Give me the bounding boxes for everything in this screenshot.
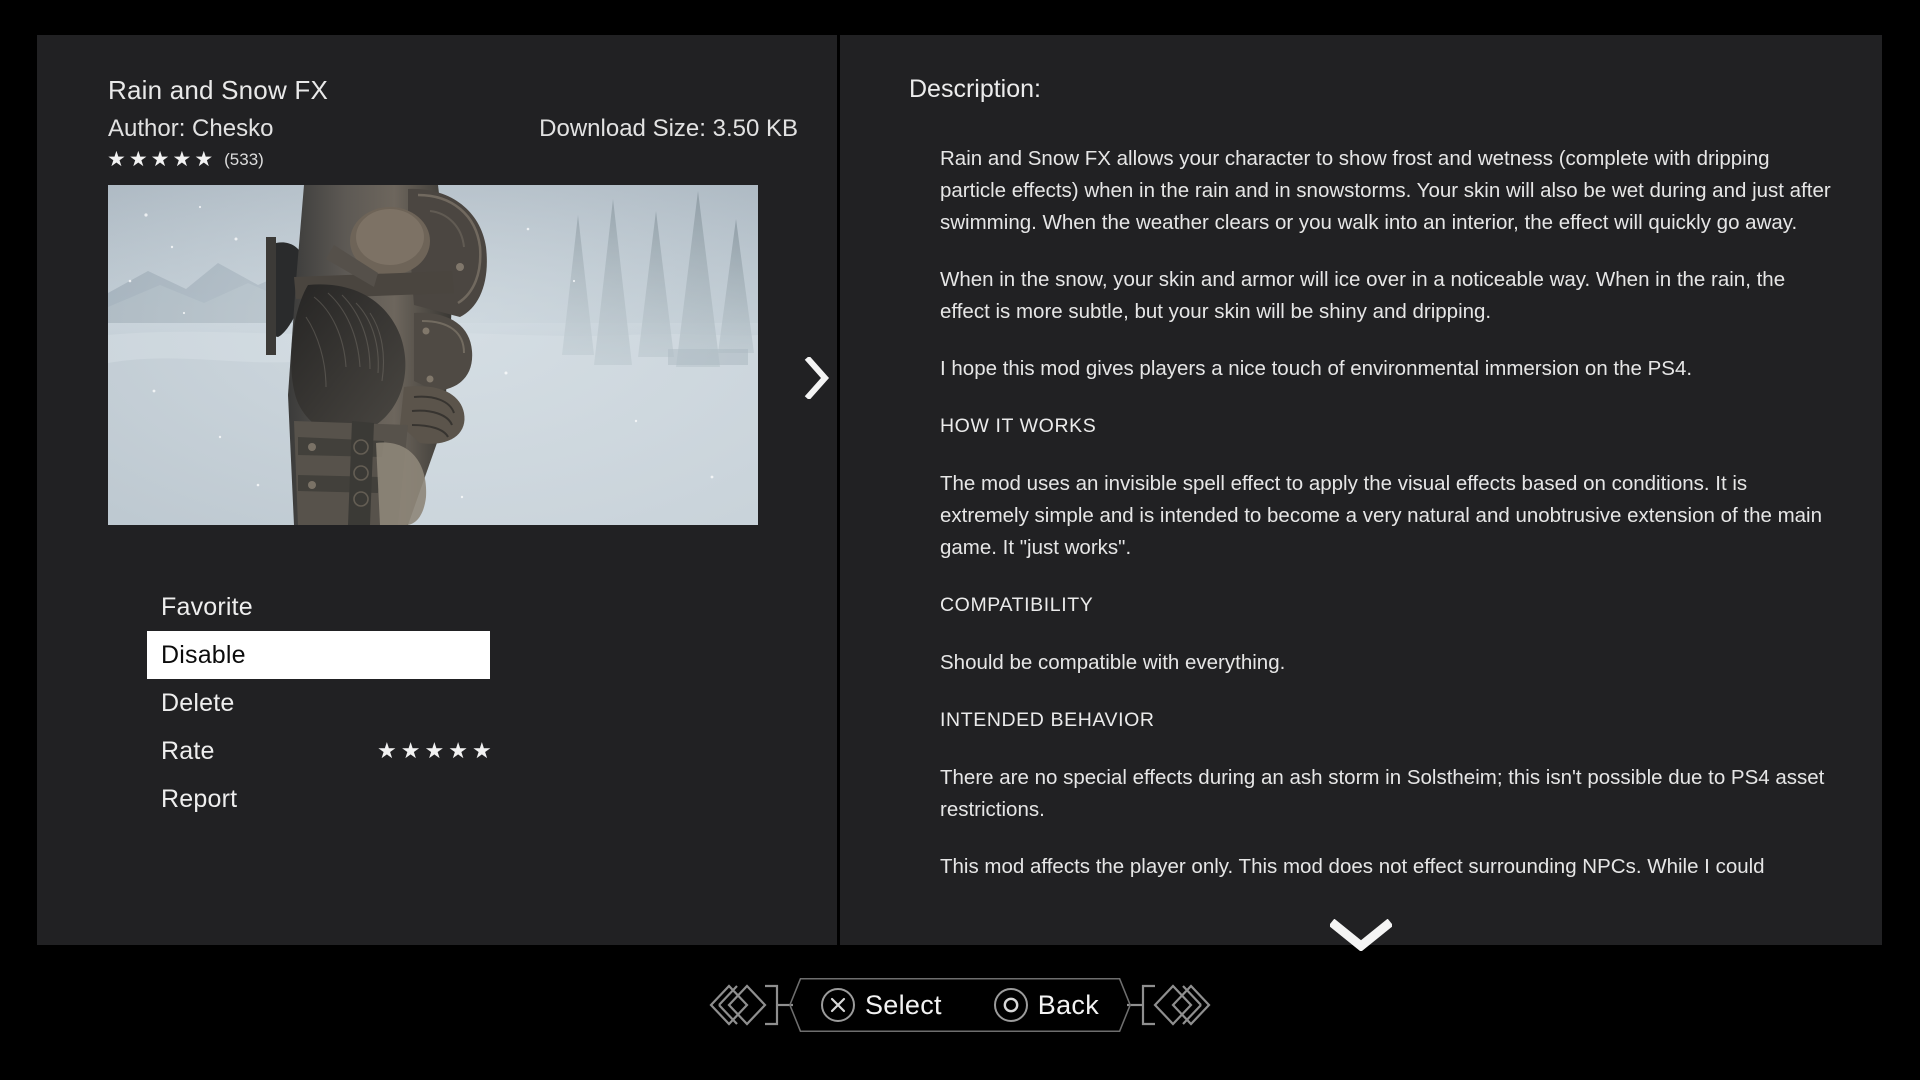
right-knot-decoration [1127, 984, 1211, 1026]
description-heading: Description: [909, 75, 1041, 103]
hint-select-label: Select [864, 989, 942, 1020]
next-screenshot-button[interactable] [797, 353, 837, 403]
star-icon: ★ [194, 148, 214, 171]
option-label: Delete [161, 688, 235, 717]
star-icon: ★ [448, 738, 468, 763]
description-section-heading: COMPATIBILITY [940, 594, 1094, 616]
description-paragraph: I hope this mod gives players a nice tou… [940, 357, 1693, 380]
hint-select[interactable]: Select [795, 988, 968, 1022]
button-hint-bar-inner: Select Back [709, 974, 1211, 1036]
option-rate[interactable]: Rate ★ ★ ★ ★ ★ [147, 727, 492, 775]
mod-author: Author: Chesko [108, 115, 274, 142]
mod-options-list: Favorite Disable Delete Rate ★ ★ ★ ★ ★ Report [147, 583, 647, 823]
star-icon: ★ [471, 738, 492, 763]
description-text[interactable]: Rain and Snow FX allows your character t… [940, 143, 1835, 888]
star-icon: ★ [400, 738, 421, 763]
screenshot-image [108, 185, 758, 525]
rating-count: (533) [224, 149, 264, 169]
circle-button-icon [993, 988, 1028, 1022]
mod-title: Rain and Snow FX [108, 75, 328, 105]
option-report[interactable]: Report [147, 775, 490, 823]
left-knot-decoration [709, 984, 793, 1026]
star-icon: ★ [107, 148, 126, 171]
mod-detail-screen: Rain and Snow FX Author: Chesko Download… [0, 0, 1920, 1080]
mod-screenshot[interactable] [108, 185, 758, 525]
option-label: Favorite [161, 592, 253, 621]
scroll-down-button[interactable] [1326, 915, 1396, 955]
option-label: Rate [161, 736, 215, 765]
option-label: Disable [161, 640, 246, 669]
description-paragraph: When in the snow, your skin and armor wi… [940, 268, 1786, 323]
description-section-heading: HOW IT WORKS [940, 415, 1097, 437]
mod-info-panel: Rain and Snow FX Author: Chesko Download… [37, 35, 837, 945]
button-hint-bar: Select Back [0, 960, 1920, 1050]
description-paragraph: Should be compatible with everything. [940, 651, 1286, 674]
description-paragraph: Rain and Snow FX allows your character t… [940, 147, 1831, 234]
description-paragraph: There are no special effects during an a… [940, 766, 1825, 821]
option-disable[interactable]: Disable [147, 631, 490, 679]
star-icon: ★ [150, 148, 170, 171]
star-icon: ★ [424, 738, 445, 763]
option-delete[interactable]: Delete [147, 679, 490, 727]
description-paragraph: The mod uses an invisible spell effect t… [940, 472, 1823, 559]
description-paragraph: This mod affects the player only. This m… [940, 855, 1765, 888]
cross-button-icon [820, 988, 855, 1022]
description-section-heading: INTENDED BEHAVIOR [940, 709, 1155, 731]
chevron-down-icon [1330, 919, 1392, 951]
hint-back-label: Back [1037, 989, 1100, 1020]
option-label: Report [161, 784, 238, 813]
mod-rating: ★ ★ ★ ★ ★ (533) [107, 149, 264, 170]
star-icon: ★ [172, 148, 192, 171]
hint-back[interactable]: Back [968, 988, 1125, 1022]
chevron-right-icon [804, 357, 830, 399]
mod-description-panel: Description: Rain and Snow FX allows you… [840, 35, 1882, 951]
star-icon: ★ [377, 738, 397, 763]
option-favorite[interactable]: Favorite [147, 583, 490, 631]
download-size: Download Size: 3.50 KB [539, 115, 798, 142]
rating-stars: ★ ★ ★ ★ ★ [107, 149, 213, 170]
star-icon: ★ [128, 148, 148, 171]
option-rate-stars[interactable]: ★ ★ ★ ★ ★ [377, 738, 492, 764]
